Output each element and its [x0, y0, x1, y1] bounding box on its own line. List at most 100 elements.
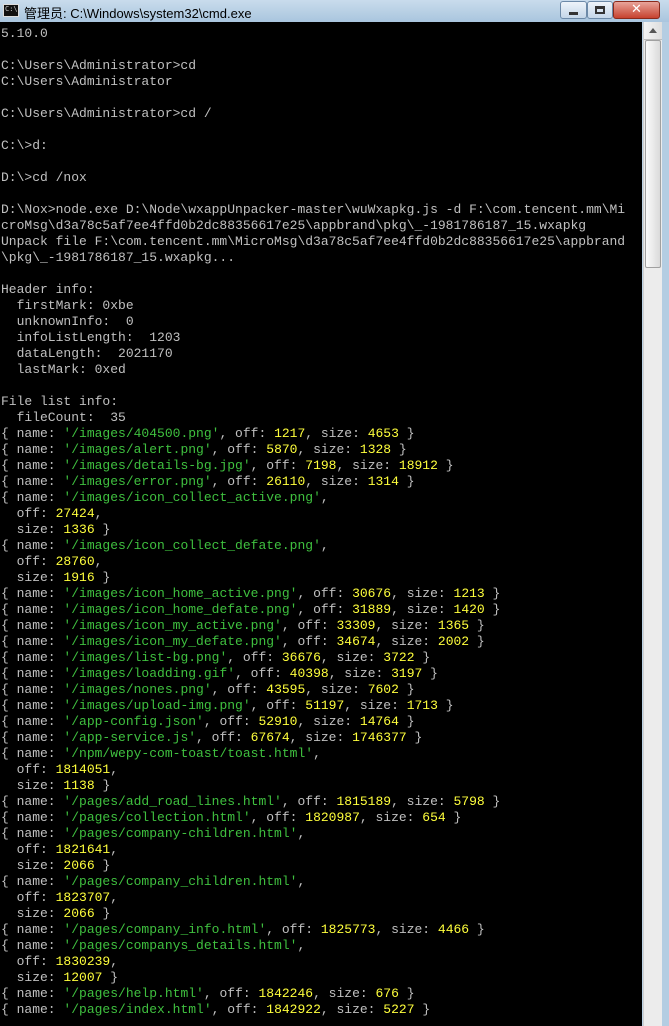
console-text: D:\>cd /nox — [1, 170, 87, 185]
console-line: { name: '/app-config.json', off: 52910, … — [1, 714, 625, 730]
console-text: , off: — [211, 1002, 267, 1017]
console-text: } — [94, 906, 111, 921]
number-token: 3197 — [391, 666, 423, 681]
number-token: 1842922 — [266, 1002, 321, 1017]
console-text: , — [297, 938, 306, 953]
console-text: , off: — [203, 986, 259, 1001]
number-token: 7198 — [305, 458, 337, 473]
console-line: Header info: — [1, 282, 625, 298]
console-text: } — [94, 858, 111, 873]
console-text: { name: — [1, 602, 64, 617]
console-text: { name: — [1, 810, 64, 825]
console-line: { name: '/images/list-bg.png', off: 3667… — [1, 650, 625, 666]
string-token: '/images/list-bg.png' — [63, 650, 228, 665]
console-text: } — [469, 618, 485, 633]
console-output[interactable]: 5.10.0 C:\Users\Administrator>cd C:\Users\… — [0, 22, 642, 1026]
console-line: { name: '/images/upload-img.png', off: 5… — [1, 698, 625, 714]
string-token: '/images/icon_collect_active.png' — [63, 490, 321, 505]
minimize-button[interactable] — [560, 1, 587, 19]
console-text: , off: — [266, 922, 321, 937]
console-line: fileCount: 35 — [1, 410, 625, 426]
scroll-up-arrow-icon[interactable] — [644, 22, 663, 40]
console-text: { name: — [1, 458, 64, 473]
console-text: , — [313, 746, 321, 761]
console-text: size: — [1, 906, 64, 921]
console-line: { name: '/app-service.js', off: 67674, s… — [1, 730, 625, 746]
number-token: 5798 — [453, 794, 485, 809]
console-text: , off: — [203, 714, 259, 729]
console-text: dataLength: 2021170 — [1, 346, 173, 361]
string-token: '/images/icon_home_defate.png' — [63, 602, 298, 617]
console-text: , off: — [281, 634, 337, 649]
console-text: { name: — [1, 794, 64, 809]
number-token: 1314 — [367, 474, 399, 489]
console-text: , size: — [375, 922, 438, 937]
console-text: { name: — [1, 618, 64, 633]
console-line: infoListLength: 1203 — [1, 330, 625, 346]
console-text: { name: — [1, 586, 64, 601]
console-text: { name: — [1, 634, 64, 649]
number-token: 36676 — [281, 650, 321, 665]
string-token: '/images/icon_collect_defate.png' — [63, 538, 321, 553]
console-text: Header info: — [1, 282, 95, 297]
console-line: { name: '/images/error.png', off: 26110,… — [1, 474, 625, 490]
console-line: size: 2066 } — [1, 858, 625, 874]
maximize-button[interactable] — [587, 1, 613, 19]
number-token: 1213 — [453, 586, 485, 601]
string-token: '/images/404500.png' — [63, 426, 220, 441]
console-line: off: 1830239, — [1, 954, 625, 970]
console-text: , off: — [211, 442, 267, 457]
console-line: D:\Nox>node.exe D:\Node\wxappUnpacker-ma… — [1, 202, 625, 218]
number-token: 12007 — [63, 970, 103, 985]
number-token: 3722 — [383, 650, 415, 665]
console-text: { name: — [1, 874, 64, 889]
cmd-app-icon[interactable]: C:\ — [3, 4, 19, 17]
console-text: { name: — [1, 938, 64, 953]
console-text: size: — [1, 778, 64, 793]
number-token: 5227 — [383, 1002, 415, 1017]
number-token: 1713 — [406, 698, 438, 713]
scroll-thumb[interactable] — [645, 40, 661, 268]
console-text: } — [469, 634, 485, 649]
number-token: 1821641 — [55, 842, 111, 857]
console-text: { name: — [1, 650, 64, 665]
string-token: '/images/error.png' — [63, 474, 212, 489]
console-text: off: — [1, 842, 56, 857]
string-token: '/images/icon_my_defate.png' — [63, 634, 282, 649]
console-text: croMsg\d3a78c5af7ee4ffd0b2dc88356617e25\… — [1, 218, 587, 233]
number-token: 1916 — [63, 570, 95, 585]
console-text: , — [320, 490, 329, 505]
console-line: off: 27424, — [1, 506, 625, 522]
console-text: } — [391, 442, 407, 457]
console-text: } — [94, 522, 111, 537]
console-text: , size: — [344, 698, 407, 713]
string-token: '/app-service.js' — [63, 730, 197, 745]
console-text: size: — [1, 970, 64, 985]
console-line: { name: '/pages/help.html', off: 1842246… — [1, 986, 625, 1002]
title-bar[interactable]: C:\ 管理员: C:\Windows\system32\cmd.exe ✕ — [0, 0, 669, 22]
console-text: , off: — [196, 730, 251, 745]
console-line: off: 28760, — [1, 554, 625, 570]
console-line: size: 1138 } — [1, 778, 625, 794]
console-text: } — [484, 794, 501, 809]
console-line: unknownInfo: 0 — [1, 314, 625, 330]
console-text: , size: — [375, 618, 438, 633]
console-text: , off: — [211, 474, 267, 489]
number-token: 1336 — [63, 522, 95, 537]
console-text: Unpack file F:\com.tencent.mm\MicroMsg\d… — [1, 234, 626, 249]
console-line: C:\Users\Administrator>cd / — [1, 106, 625, 122]
vertical-scrollbar[interactable] — [643, 22, 663, 1026]
console-text: off: — [1, 762, 56, 777]
string-token: '/app-config.json' — [63, 714, 204, 729]
number-token: 7602 — [367, 682, 399, 697]
string-token: '/pages/add_road_lines.html' — [63, 794, 282, 809]
console-line: size: 1916 } — [1, 570, 625, 586]
console-text: , size: — [375, 634, 438, 649]
number-token: 2002 — [437, 634, 470, 649]
number-token: 51197 — [305, 698, 345, 713]
console-text: off: — [1, 954, 56, 969]
console-text: { name: — [1, 826, 64, 841]
close-button[interactable]: ✕ — [613, 1, 660, 19]
